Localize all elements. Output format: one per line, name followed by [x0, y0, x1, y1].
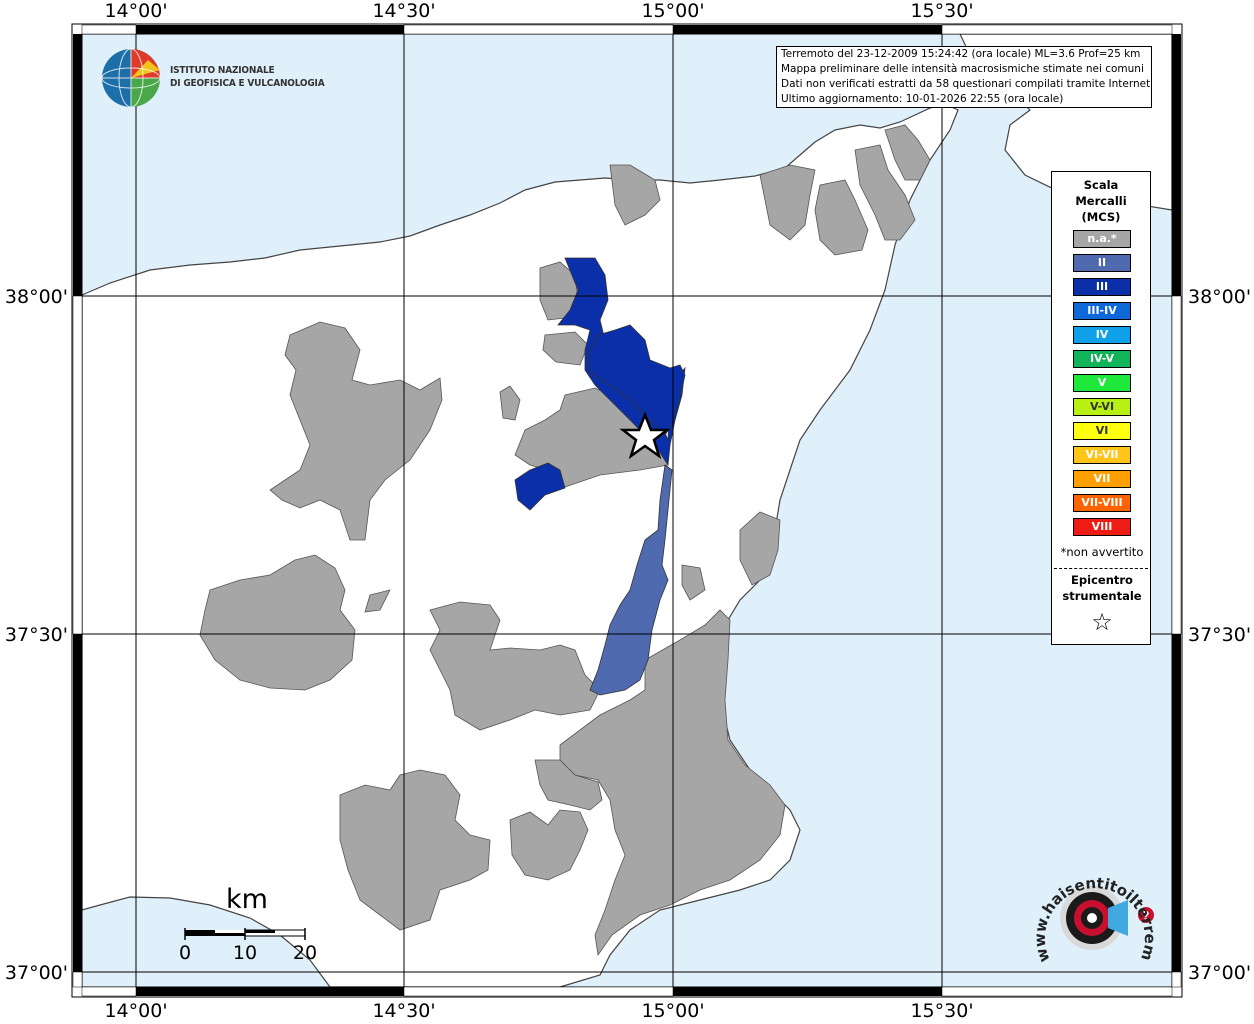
tick-bottom-lon: 14°00'	[104, 1000, 168, 1022]
tick-top-lon: 15°30'	[910, 0, 974, 22]
legend-swatch: V-VI	[1073, 398, 1131, 416]
legend-swatch: VII	[1073, 470, 1131, 488]
tick-bottom-lon: 15°00'	[641, 1000, 705, 1022]
legend-swatch: V	[1073, 374, 1131, 392]
legend-epicenter-title: Epicentro strumentale	[1052, 572, 1152, 604]
event-info-line-2: Mappa preliminare delle intensità macros…	[781, 63, 1144, 75]
scale-bar-label: 10	[232, 942, 258, 964]
institute-line-1: ISTITUTO NAZIONALE	[170, 65, 275, 76]
legend-swatch: II	[1073, 254, 1131, 272]
legend-swatch: VII-VIII	[1073, 494, 1131, 512]
legend-swatch: III-IV	[1073, 302, 1131, 320]
tick-left-lat: 38°00'	[4, 286, 68, 308]
legend-swatch: III	[1073, 278, 1131, 296]
scale-bar-unit: km	[226, 884, 268, 915]
ingv-logo-icon	[101, 48, 161, 108]
tick-bottom-lon: 14°30'	[372, 1000, 436, 1022]
legend-swatch: VI-VII	[1073, 446, 1131, 464]
event-info-line-4: Ultimo aggiornamento: 10-01-2026 22:55 (…	[781, 93, 1064, 105]
tick-left-lat: 37°30'	[4, 624, 68, 646]
event-info-line-3: Dati non verificati estratti da 58 quest…	[781, 78, 1152, 90]
legend-title-line-3: (MCS)	[1081, 210, 1121, 224]
legend-separator	[1054, 568, 1148, 569]
tick-right-lat: 37°30'	[1188, 624, 1252, 646]
intensity-legend: Scala Mercalli (MCS) n.a.* II III III-IV IV I…	[1051, 171, 1151, 645]
tick-top-lon: 14°30'	[372, 0, 436, 22]
institute-line-2: DI GEOFISICA E VULCANOLOGIA	[170, 78, 325, 89]
legend-title-line-1: Scala	[1083, 178, 1119, 192]
scale-bar-label: 0	[178, 942, 192, 964]
event-info-box: Terremoto del 23-12-2009 15:24:42 (ora l…	[776, 46, 1152, 108]
tick-top-lon: 14°00'	[104, 0, 168, 22]
institute-name: ISTITUTO NAZIONALE DI GEOFISICA E VULCAN…	[170, 64, 325, 90]
legend-epicenter-line-2: strumentale	[1062, 589, 1142, 603]
legend-swatch: n.a.*	[1073, 230, 1131, 248]
tick-right-lat: 38°00'	[1188, 286, 1252, 308]
legend-title: Scala Mercalli (MCS)	[1052, 177, 1150, 225]
legend-note: *non avvertito	[1060, 545, 1144, 559]
tick-left-lat: 37°00'	[4, 962, 68, 984]
legend-swatch: VI	[1073, 422, 1131, 440]
legend-swatch: IV-V	[1073, 350, 1131, 368]
event-info-line-1: Terremoto del 23-12-2009 15:24:42 (ora l…	[781, 48, 1141, 60]
legend-swatch: IV	[1073, 326, 1131, 344]
legend-epicenter-line-1: Epicentro	[1071, 573, 1133, 587]
tick-right-lat: 37°00'	[1188, 962, 1252, 984]
tick-top-lon: 15°00'	[641, 0, 705, 22]
legend-star-icon: ☆	[1091, 608, 1113, 636]
legend-title-line-2: Mercalli	[1075, 194, 1127, 208]
legend-swatch: VIII	[1073, 518, 1131, 536]
scale-bar-label: 20	[292, 942, 318, 964]
tick-bottom-lon: 15°30'	[910, 1000, 974, 1022]
